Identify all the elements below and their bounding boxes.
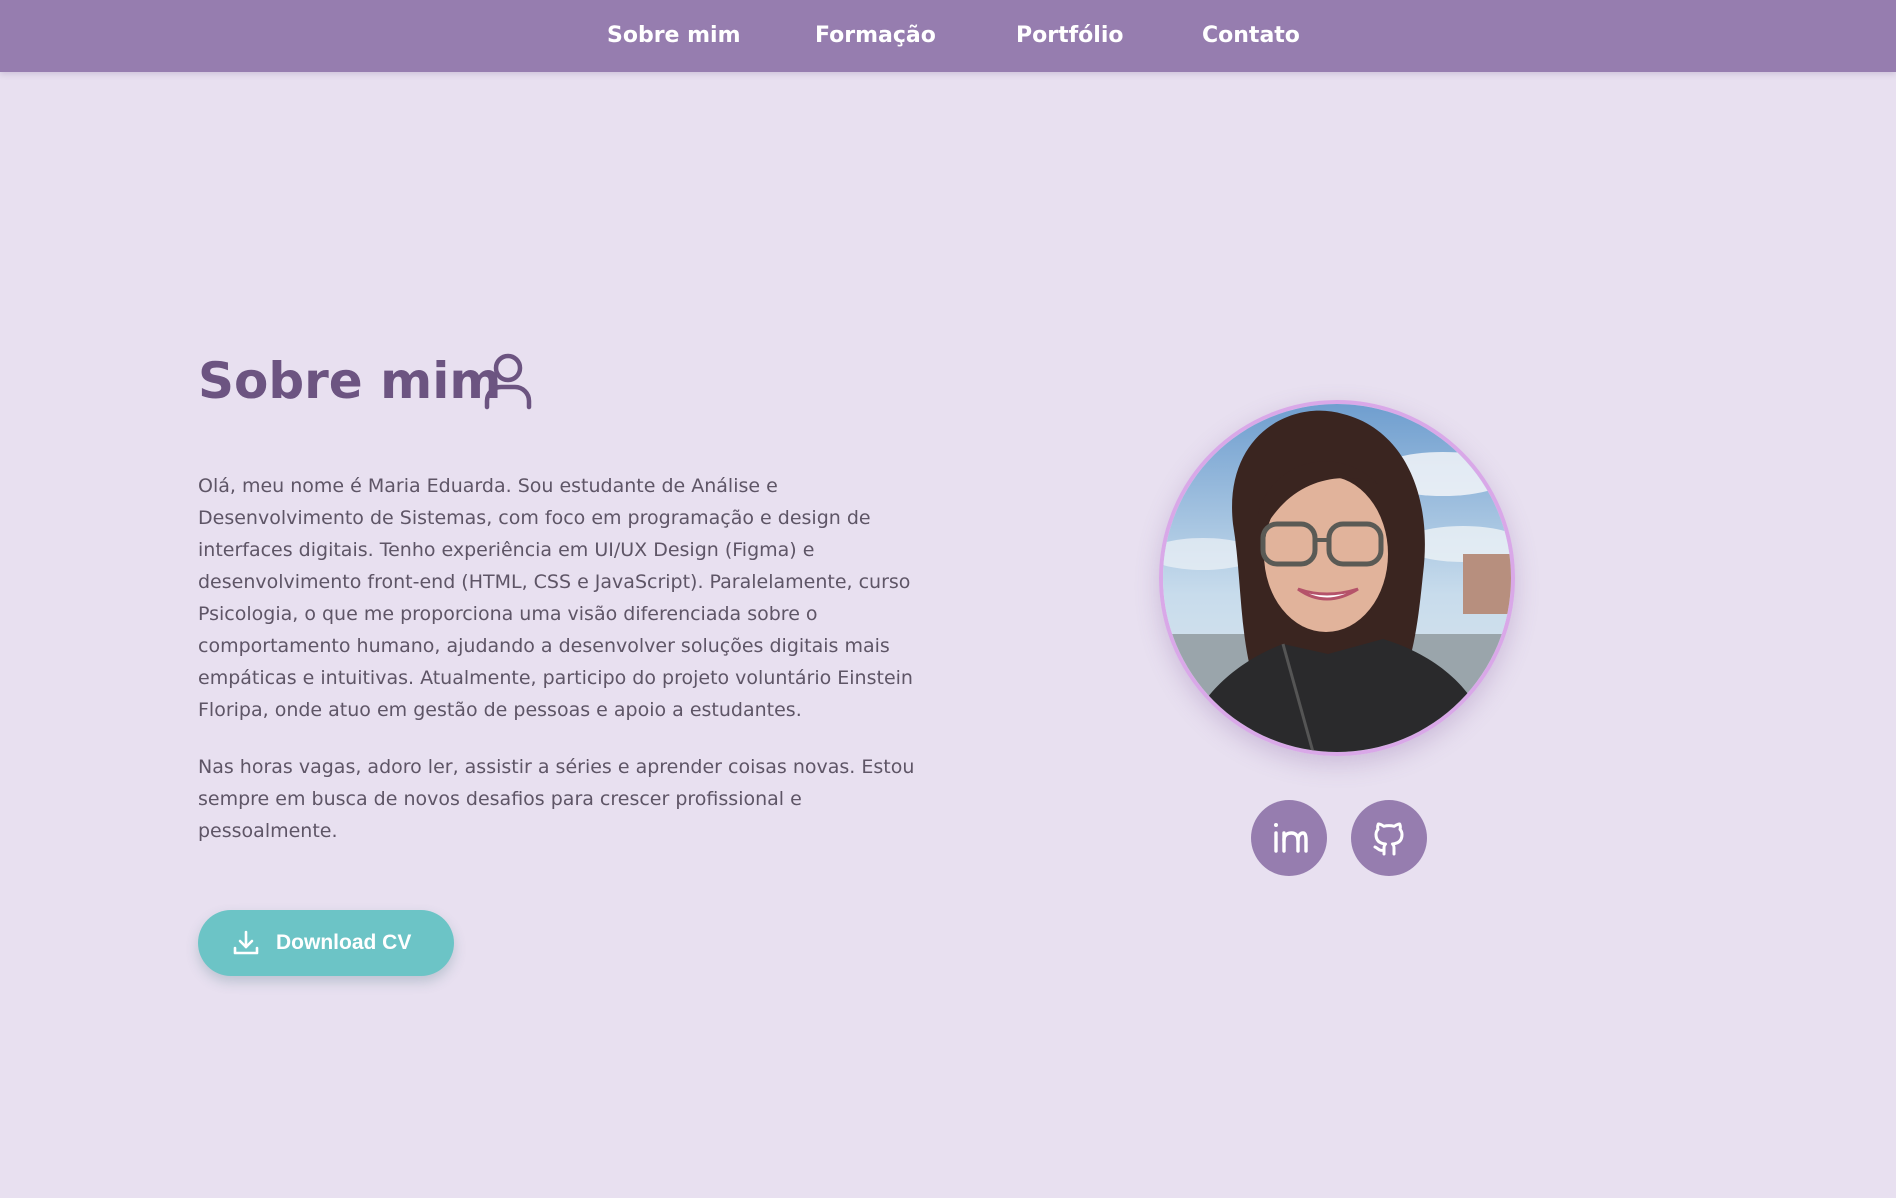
about-paragraph-2: Nas horas vagas, adoro ler, assistir a s… — [198, 756, 915, 842]
nav-link-portfolio[interactable]: Portfólio — [1016, 20, 1124, 52]
linkedin-icon — [1274, 823, 1308, 853]
nav-link-contato[interactable]: Contato — [1202, 20, 1300, 52]
nav-link-formacao[interactable]: Formação — [815, 20, 936, 52]
download-cv-button[interactable]: Download CV — [198, 910, 454, 976]
top-navbar: Sobre mim Formação Portfólio Contato — [0, 0, 1896, 72]
page-title: Sobre mim — [198, 352, 502, 410]
github-icon — [1373, 822, 1404, 856]
nav-link-sobre-mim[interactable]: Sobre mim — [607, 20, 741, 52]
about-description: Olá, meu nome é Maria Eduarda. Sou estud… — [198, 470, 918, 872]
profile-photo — [1159, 400, 1515, 756]
github-button[interactable] — [1351, 800, 1427, 876]
user-icon — [484, 353, 532, 410]
download-cv-label: Download CV — [276, 931, 412, 954]
download-icon — [233, 930, 259, 955]
linkedin-button[interactable] — [1251, 800, 1327, 876]
about-paragraph-1: Olá, meu nome é Maria Eduarda. Sou estud… — [198, 475, 913, 721]
